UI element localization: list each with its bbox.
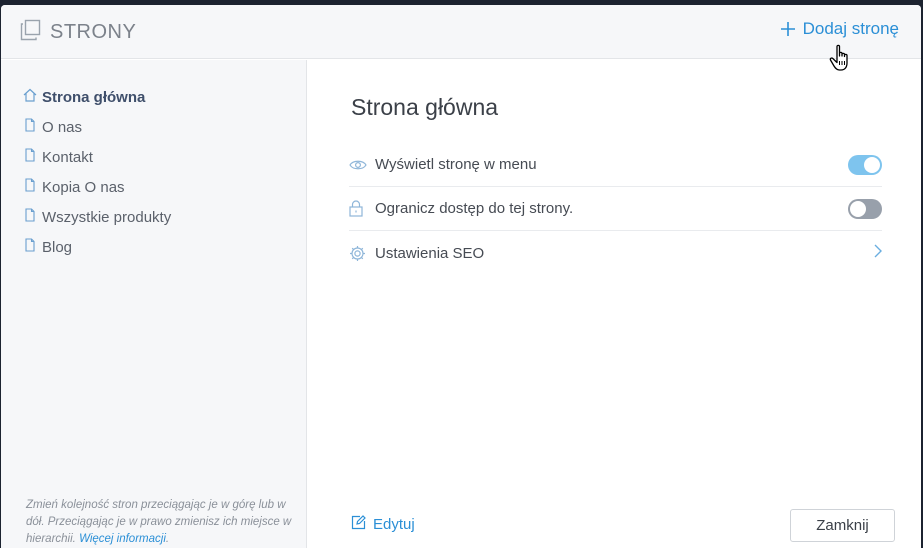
more-info-link[interactable]: Więcej informacji <box>79 533 166 545</box>
hint-end: . <box>165 533 170 545</box>
setting-show-in-menu: Wyświetl stronę w menu <box>349 143 882 187</box>
add-page-button[interactable]: Dodaj stronę <box>780 19 899 39</box>
toggle-knob <box>864 156 880 173</box>
page-item-home[interactable]: Strona główna <box>1 82 306 112</box>
setting-label: Wyświetl stronę w menu <box>375 156 537 173</box>
dialog-title-text: STRONY <box>50 21 137 43</box>
restrict-access-toggle[interactable] <box>848 198 882 219</box>
page-item-o-nas[interactable]: O nas <box>1 112 306 142</box>
pages-list: Strona główna O nas Kontakt Kopia O nas … <box>1 60 306 262</box>
pages-icon <box>19 19 41 46</box>
pages-dialog: STRONY Dodaj stronę Strona główna O nas … <box>1 5 921 548</box>
lock-icon <box>349 200 375 217</box>
edit-button[interactable]: Edytuj <box>351 515 415 534</box>
setting-label: Ustawienia SEO <box>375 244 485 262</box>
pages-sidebar: Strona główna O nas Kontakt Kopia O nas … <box>1 60 307 548</box>
dialog-header: STRONY Dodaj stronę <box>1 5 921 59</box>
dialog-title: STRONY <box>19 19 136 46</box>
page-item-label: Kopia O nas <box>42 178 125 196</box>
show-in-menu-toggle[interactable] <box>848 154 882 175</box>
gear-icon <box>349 245 375 262</box>
page-item-label: Kontakt <box>42 148 93 166</box>
toggle-knob <box>850 200 866 217</box>
page-icon <box>23 238 37 256</box>
page-item-kontakt[interactable]: Kontakt <box>1 142 306 172</box>
eye-icon <box>349 159 375 171</box>
hand-cursor-icon <box>829 44 857 79</box>
page-item-label: O nas <box>42 118 83 136</box>
setting-seo[interactable]: Ustawienia SEO <box>349 231 882 275</box>
close-button[interactable]: Zamknij <box>790 509 895 542</box>
reorder-hint: Zmień kolejność stron przeciągając je w … <box>26 497 296 548</box>
home-icon <box>23 88 37 106</box>
chevron-right-icon <box>874 244 882 263</box>
setting-label: Ogranicz dostęp do tej strony. <box>375 200 574 217</box>
pencil-icon <box>351 515 366 534</box>
page-item-kopia-o-nas[interactable]: Kopia O nas <box>1 172 306 202</box>
add-page-label: Dodaj stronę <box>802 19 899 38</box>
page-icon <box>23 148 37 166</box>
page-icon <box>23 178 37 196</box>
page-item-blog[interactable]: Blog <box>1 232 306 262</box>
page-title: Strona główna <box>351 94 499 120</box>
page-icon <box>23 118 37 136</box>
page-item-label: Blog <box>42 238 73 256</box>
page-icon <box>23 208 37 226</box>
edit-label: Edytuj <box>373 516 415 533</box>
plus-icon <box>780 19 795 39</box>
page-item-wszystkie-produkty[interactable]: Wszystkie produkty <box>1 202 306 232</box>
page-settings-panel: Strona główna Wyświetl stronę w menu Ogr… <box>308 60 921 548</box>
page-item-label: Strona główna <box>42 88 146 106</box>
page-item-label: Wszystkie produkty <box>42 208 172 226</box>
setting-restrict-access: Ogranicz dostęp do tej strony. <box>349 187 882 231</box>
